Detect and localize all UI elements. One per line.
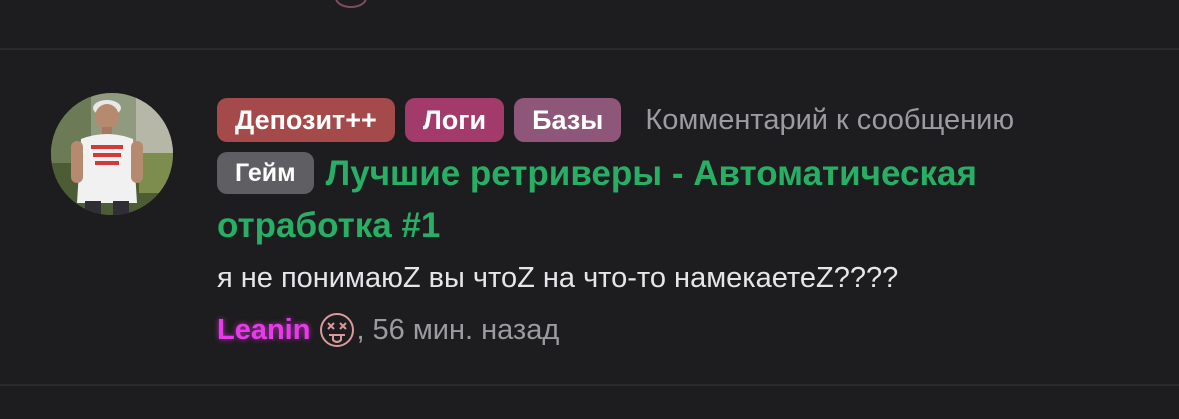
timestamp[interactable]: 56 мин. назад — [373, 314, 560, 347]
comment-label: Комментарий к сообщению — [645, 103, 1015, 136]
tag-game[interactable]: Гейм — [217, 152, 314, 194]
comment-feed: Депозит++ Логи Базы Комментарий к сообще… — [0, 0, 1179, 419]
tag-logs[interactable]: Логи — [404, 98, 505, 142]
author-username[interactable]: Leanin — [217, 314, 310, 347]
tag-bases[interactable]: Базы — [514, 98, 622, 142]
previous-item-emoji-icon — [335, 0, 367, 8]
comment-content: Депозит++ Логи Базы Комментарий к сообще… — [217, 97, 1147, 350]
avatar[interactable] — [51, 93, 173, 215]
divider — [0, 48, 1179, 50]
thread-title-row: Гейм Лучшие ретриверы - Автоматическая от… — [217, 148, 1147, 252]
comment-meta: Leanin , 56 мин. назад — [217, 310, 1147, 350]
avatar-image — [51, 93, 173, 215]
dizzy-tongue-face-icon — [318, 311, 356, 349]
divider — [0, 384, 1179, 386]
comment-message: я не понимаюZ вы чтоZ на что-то намекает… — [217, 262, 899, 294]
thread-title-link[interactable]: Лучшие ретриверы - Автоматическая отрабо… — [217, 154, 977, 245]
tag-row: Депозит++ Логи Базы Комментарий к сообще… — [217, 97, 1147, 143]
meta-separator: , — [356, 313, 365, 346]
tag-deposit[interactable]: Депозит++ — [217, 98, 395, 142]
